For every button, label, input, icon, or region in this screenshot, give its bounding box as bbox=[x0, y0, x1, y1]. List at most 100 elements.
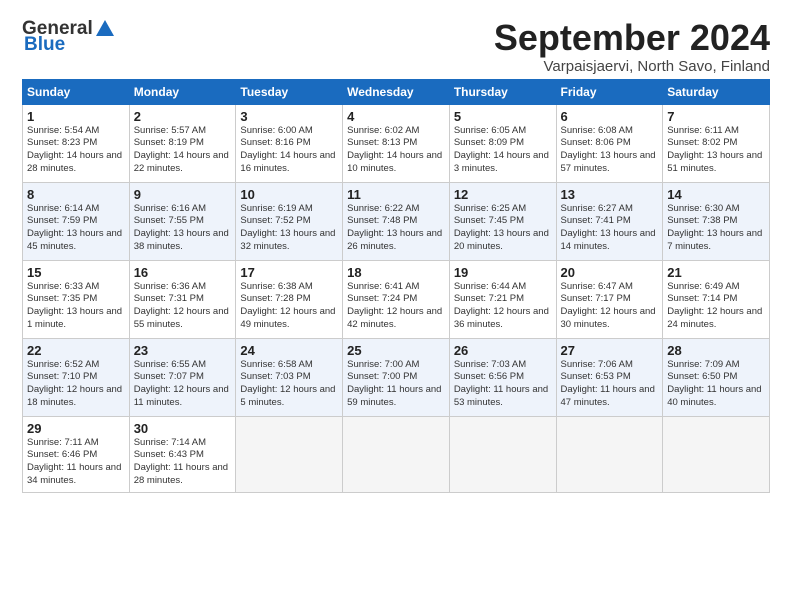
day-info: Sunrise: 6:52 AM Sunset: 7:10 PM Dayligh… bbox=[27, 359, 125, 410]
day-number: 26 bbox=[454, 343, 552, 358]
calendar-cell: 24Sunrise: 6:58 AM Sunset: 7:03 PM Dayli… bbox=[236, 338, 343, 416]
location-title: Varpaisjaervi, North Savo, Finland bbox=[494, 58, 770, 75]
day-number: 29 bbox=[27, 421, 125, 436]
day-info: Sunrise: 5:54 AM Sunset: 8:23 PM Dayligh… bbox=[27, 125, 125, 176]
day-number: 3 bbox=[240, 109, 338, 124]
day-number: 17 bbox=[240, 265, 338, 280]
day-number: 15 bbox=[27, 265, 125, 280]
day-number: 24 bbox=[240, 343, 338, 358]
calendar-cell: 25Sunrise: 7:00 AM Sunset: 7:00 PM Dayli… bbox=[343, 338, 450, 416]
calendar-cell: 16Sunrise: 6:36 AM Sunset: 7:31 PM Dayli… bbox=[129, 260, 236, 338]
calendar-cell: 1Sunrise: 5:54 AM Sunset: 8:23 PM Daylig… bbox=[23, 104, 130, 182]
calendar: SundayMondayTuesdayWednesdayThursdayFrid… bbox=[22, 79, 770, 493]
day-number: 7 bbox=[667, 109, 765, 124]
calendar-cell: 7Sunrise: 6:11 AM Sunset: 8:02 PM Daylig… bbox=[663, 104, 770, 182]
calendar-cell: 29Sunrise: 7:11 AM Sunset: 6:46 PM Dayli… bbox=[23, 416, 130, 492]
weekday-header-saturday: Saturday bbox=[663, 79, 770, 104]
calendar-header-row: SundayMondayTuesdayWednesdayThursdayFrid… bbox=[23, 79, 770, 104]
day-number: 28 bbox=[667, 343, 765, 358]
weekday-header-wednesday: Wednesday bbox=[343, 79, 450, 104]
logo-icon bbox=[94, 18, 116, 40]
calendar-week-row: 1Sunrise: 5:54 AM Sunset: 8:23 PM Daylig… bbox=[23, 104, 770, 182]
day-info: Sunrise: 5:57 AM Sunset: 8:19 PM Dayligh… bbox=[134, 125, 232, 176]
day-info: Sunrise: 6:44 AM Sunset: 7:21 PM Dayligh… bbox=[454, 281, 552, 332]
calendar-cell: 17Sunrise: 6:38 AM Sunset: 7:28 PM Dayli… bbox=[236, 260, 343, 338]
day-info: Sunrise: 7:03 AM Sunset: 6:56 PM Dayligh… bbox=[454, 359, 552, 410]
day-info: Sunrise: 6:33 AM Sunset: 7:35 PM Dayligh… bbox=[27, 281, 125, 332]
calendar-cell: 15Sunrise: 6:33 AM Sunset: 7:35 PM Dayli… bbox=[23, 260, 130, 338]
logo-blue: Blue bbox=[24, 34, 65, 56]
day-number: 23 bbox=[134, 343, 232, 358]
day-number: 27 bbox=[561, 343, 659, 358]
calendar-cell: 14Sunrise: 6:30 AM Sunset: 7:38 PM Dayli… bbox=[663, 182, 770, 260]
day-number: 25 bbox=[347, 343, 445, 358]
day-info: Sunrise: 6:05 AM Sunset: 8:09 PM Dayligh… bbox=[454, 125, 552, 176]
day-number: 16 bbox=[134, 265, 232, 280]
weekday-header-tuesday: Tuesday bbox=[236, 79, 343, 104]
day-number: 14 bbox=[667, 187, 765, 202]
day-number: 8 bbox=[27, 187, 125, 202]
calendar-cell: 18Sunrise: 6:41 AM Sunset: 7:24 PM Dayli… bbox=[343, 260, 450, 338]
day-info: Sunrise: 6:11 AM Sunset: 8:02 PM Dayligh… bbox=[667, 125, 765, 176]
day-number: 4 bbox=[347, 109, 445, 124]
calendar-cell bbox=[236, 416, 343, 492]
page: General Blue September 2024 Varpaisjaerv… bbox=[0, 0, 792, 503]
calendar-cell: 23Sunrise: 6:55 AM Sunset: 7:07 PM Dayli… bbox=[129, 338, 236, 416]
calendar-cell bbox=[556, 416, 663, 492]
day-number: 19 bbox=[454, 265, 552, 280]
day-info: Sunrise: 7:09 AM Sunset: 6:50 PM Dayligh… bbox=[667, 359, 765, 410]
calendar-cell: 9Sunrise: 6:16 AM Sunset: 7:55 PM Daylig… bbox=[129, 182, 236, 260]
calendar-week-row: 8Sunrise: 6:14 AM Sunset: 7:59 PM Daylig… bbox=[23, 182, 770, 260]
weekday-header-monday: Monday bbox=[129, 79, 236, 104]
logo: General Blue bbox=[22, 18, 117, 56]
day-info: Sunrise: 6:25 AM Sunset: 7:45 PM Dayligh… bbox=[454, 203, 552, 254]
day-number: 12 bbox=[454, 187, 552, 202]
day-info: Sunrise: 6:47 AM Sunset: 7:17 PM Dayligh… bbox=[561, 281, 659, 332]
calendar-cell: 19Sunrise: 6:44 AM Sunset: 7:21 PM Dayli… bbox=[449, 260, 556, 338]
day-info: Sunrise: 6:00 AM Sunset: 8:16 PM Dayligh… bbox=[240, 125, 338, 176]
day-info: Sunrise: 6:16 AM Sunset: 7:55 PM Dayligh… bbox=[134, 203, 232, 254]
day-info: Sunrise: 6:22 AM Sunset: 7:48 PM Dayligh… bbox=[347, 203, 445, 254]
day-info: Sunrise: 6:08 AM Sunset: 8:06 PM Dayligh… bbox=[561, 125, 659, 176]
weekday-header-friday: Friday bbox=[556, 79, 663, 104]
weekday-header-sunday: Sunday bbox=[23, 79, 130, 104]
day-info: Sunrise: 6:41 AM Sunset: 7:24 PM Dayligh… bbox=[347, 281, 445, 332]
calendar-cell: 10Sunrise: 6:19 AM Sunset: 7:52 PM Dayli… bbox=[236, 182, 343, 260]
calendar-cell: 22Sunrise: 6:52 AM Sunset: 7:10 PM Dayli… bbox=[23, 338, 130, 416]
calendar-week-row: 22Sunrise: 6:52 AM Sunset: 7:10 PM Dayli… bbox=[23, 338, 770, 416]
day-number: 6 bbox=[561, 109, 659, 124]
day-number: 10 bbox=[240, 187, 338, 202]
day-info: Sunrise: 6:58 AM Sunset: 7:03 PM Dayligh… bbox=[240, 359, 338, 410]
calendar-week-row: 29Sunrise: 7:11 AM Sunset: 6:46 PM Dayli… bbox=[23, 416, 770, 492]
calendar-cell bbox=[449, 416, 556, 492]
day-number: 13 bbox=[561, 187, 659, 202]
day-number: 22 bbox=[27, 343, 125, 358]
calendar-cell: 21Sunrise: 6:49 AM Sunset: 7:14 PM Dayli… bbox=[663, 260, 770, 338]
day-number: 5 bbox=[454, 109, 552, 124]
calendar-cell: 26Sunrise: 7:03 AM Sunset: 6:56 PM Dayli… bbox=[449, 338, 556, 416]
day-number: 2 bbox=[134, 109, 232, 124]
calendar-cell: 4Sunrise: 6:02 AM Sunset: 8:13 PM Daylig… bbox=[343, 104, 450, 182]
calendar-cell bbox=[343, 416, 450, 492]
day-info: Sunrise: 6:36 AM Sunset: 7:31 PM Dayligh… bbox=[134, 281, 232, 332]
title-block: September 2024 Varpaisjaervi, North Savo… bbox=[494, 18, 770, 75]
calendar-cell bbox=[663, 416, 770, 492]
calendar-week-row: 15Sunrise: 6:33 AM Sunset: 7:35 PM Dayli… bbox=[23, 260, 770, 338]
calendar-cell: 27Sunrise: 7:06 AM Sunset: 6:53 PM Dayli… bbox=[556, 338, 663, 416]
day-info: Sunrise: 7:14 AM Sunset: 6:43 PM Dayligh… bbox=[134, 437, 232, 488]
day-info: Sunrise: 7:00 AM Sunset: 7:00 PM Dayligh… bbox=[347, 359, 445, 410]
calendar-cell: 13Sunrise: 6:27 AM Sunset: 7:41 PM Dayli… bbox=[556, 182, 663, 260]
calendar-cell: 12Sunrise: 6:25 AM Sunset: 7:45 PM Dayli… bbox=[449, 182, 556, 260]
calendar-cell: 30Sunrise: 7:14 AM Sunset: 6:43 PM Dayli… bbox=[129, 416, 236, 492]
day-number: 18 bbox=[347, 265, 445, 280]
day-info: Sunrise: 6:02 AM Sunset: 8:13 PM Dayligh… bbox=[347, 125, 445, 176]
day-number: 9 bbox=[134, 187, 232, 202]
header: General Blue September 2024 Varpaisjaerv… bbox=[22, 18, 770, 75]
calendar-cell: 2Sunrise: 5:57 AM Sunset: 8:19 PM Daylig… bbox=[129, 104, 236, 182]
weekday-header-thursday: Thursday bbox=[449, 79, 556, 104]
day-info: Sunrise: 6:27 AM Sunset: 7:41 PM Dayligh… bbox=[561, 203, 659, 254]
calendar-cell: 3Sunrise: 6:00 AM Sunset: 8:16 PM Daylig… bbox=[236, 104, 343, 182]
day-info: Sunrise: 6:55 AM Sunset: 7:07 PM Dayligh… bbox=[134, 359, 232, 410]
day-number: 20 bbox=[561, 265, 659, 280]
day-info: Sunrise: 6:30 AM Sunset: 7:38 PM Dayligh… bbox=[667, 203, 765, 254]
